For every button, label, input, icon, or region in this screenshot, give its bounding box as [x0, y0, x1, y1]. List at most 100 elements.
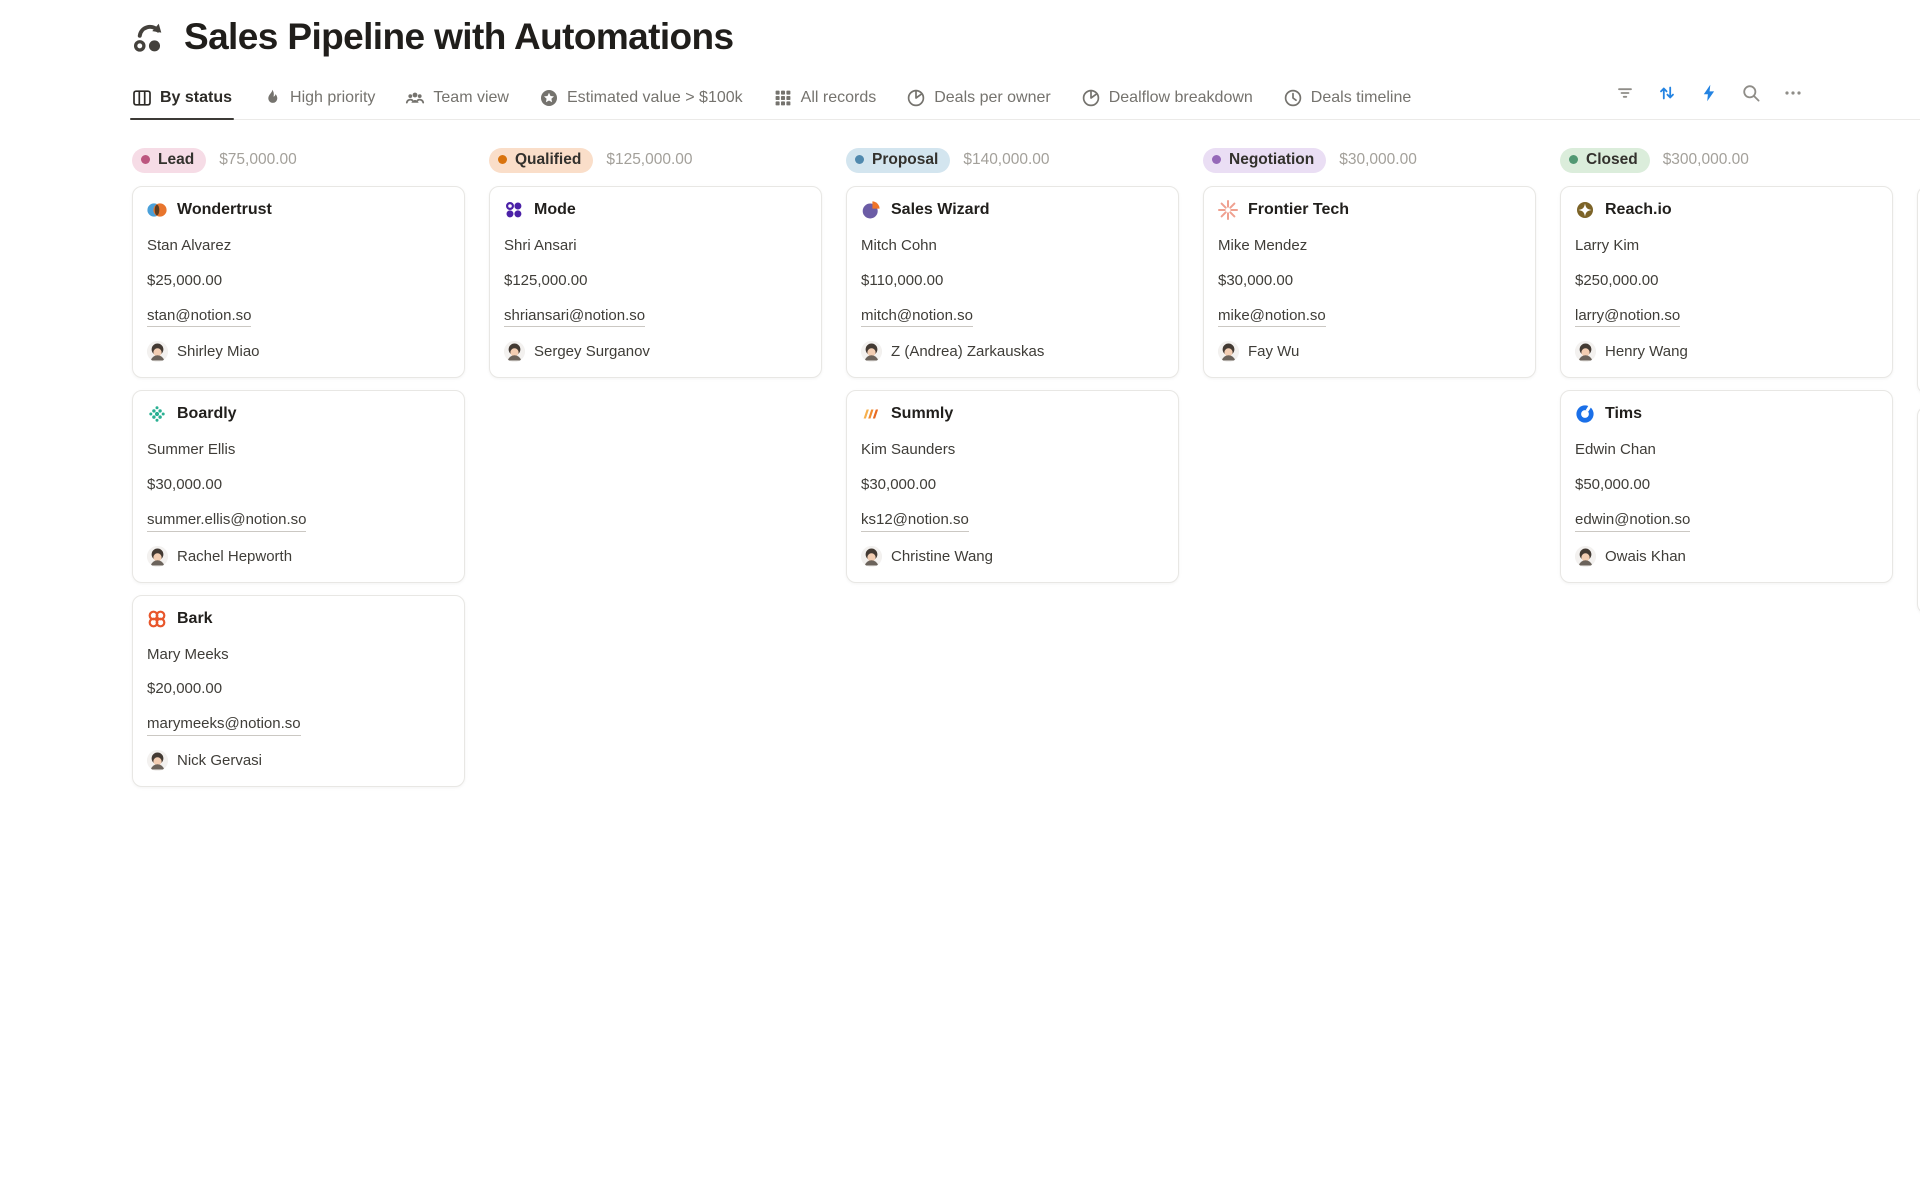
- owner-row: Fay Wu: [1218, 341, 1521, 362]
- owner-avatar: [1218, 341, 1239, 362]
- contact-name: Mike Mendez: [1218, 237, 1521, 256]
- owner-avatar: [147, 341, 168, 362]
- board-view-icon: [132, 88, 152, 108]
- tab-label: Team view: [433, 89, 509, 107]
- status-label: Lead: [158, 151, 194, 169]
- tab-team-view[interactable]: Team view: [405, 78, 509, 120]
- column-negotiation: Negotiation $30,000.00 Frontier Tech Mik…: [1203, 146, 1536, 378]
- owner-avatar: [1575, 546, 1596, 567]
- owner-row: Rachel Hepworth: [147, 546, 450, 567]
- owner-row: Christine Wang: [861, 546, 1164, 567]
- status-pill[interactable]: Proposal: [846, 148, 950, 173]
- column-total: $75,000.00: [219, 151, 297, 169]
- deal-amount: $250,000.00: [1575, 272, 1878, 291]
- owner-name: Christine Wang: [891, 548, 993, 565]
- status-dot-icon: [141, 155, 150, 164]
- tab-by-status[interactable]: By status: [132, 78, 232, 120]
- column-total: $140,000.00: [963, 151, 1049, 169]
- column-closed: Closed $300,000.00 Reach.io Larry Kim $2…: [1560, 146, 1893, 583]
- page-header: Sales Pipeline with Automations: [0, 16, 1920, 58]
- people-icon: [405, 88, 425, 108]
- email-link[interactable]: summer.ellis@notion.so: [147, 511, 306, 532]
- summly-logo: [861, 404, 881, 424]
- tab-high-priority[interactable]: High priority: [262, 78, 375, 120]
- company-name: Reach.io: [1605, 201, 1672, 219]
- column-lead: Lead $75,000.00 Wondertrust Stan Alvarez…: [132, 146, 465, 787]
- owner-avatar: [861, 546, 882, 567]
- tab-dealflow-breakdown[interactable]: Dealflow breakdown: [1081, 78, 1253, 120]
- tab-deals-per-owner[interactable]: Deals per owner: [906, 78, 1051, 120]
- status-dot-icon: [1212, 155, 1221, 164]
- more-icon[interactable]: [1782, 82, 1804, 104]
- owner-name: Sergey Surganov: [534, 343, 650, 360]
- deal-card[interactable]: Summly Kim Saunders $30,000.00 ks12@noti…: [846, 390, 1179, 582]
- deal-amount: $30,000.00: [861, 476, 1164, 495]
- card-title-row: Frontier Tech: [1218, 200, 1521, 220]
- tab-all-records[interactable]: All records: [773, 78, 877, 120]
- filter-icon[interactable]: [1614, 82, 1636, 104]
- company-name: Bark: [177, 610, 213, 628]
- company-name: Wondertrust: [177, 201, 272, 219]
- owner-name: Nick Gervasi: [177, 752, 262, 769]
- email-link[interactable]: mike@notion.so: [1218, 307, 1326, 328]
- status-pill[interactable]: Closed: [1560, 148, 1650, 173]
- deal-amount: $110,000.00: [861, 272, 1164, 291]
- owner-row: Sergey Surganov: [504, 341, 807, 362]
- email-link[interactable]: edwin@notion.so: [1575, 511, 1690, 532]
- card-title-row: Tims: [1575, 404, 1878, 424]
- deal-amount: $25,000.00: [147, 272, 450, 291]
- owner-row: Nick Gervasi: [147, 750, 450, 771]
- deal-card[interactable]: Tims Edwin Chan $50,000.00 edwin@notion.…: [1560, 390, 1893, 582]
- owner-avatar: [504, 341, 525, 362]
- status-pill[interactable]: Qualified: [489, 148, 593, 173]
- tab-label: By status: [160, 89, 232, 107]
- company-name: Frontier Tech: [1248, 201, 1349, 219]
- email-link[interactable]: larry@notion.so: [1575, 307, 1680, 328]
- column-header: Closed $300,000.00: [1560, 146, 1893, 174]
- company-name: Summly: [891, 405, 953, 423]
- boardly-logo: [147, 404, 167, 424]
- contact-name: Larry Kim: [1575, 237, 1878, 256]
- company-name: Mode: [534, 201, 576, 219]
- tab-estimated-value-100k[interactable]: Estimated value > $100k: [539, 78, 743, 120]
- board: Lead $75,000.00 Wondertrust Stan Alvarez…: [0, 146, 1920, 787]
- email-link[interactable]: marymeeks@notion.so: [147, 715, 301, 736]
- contact-name: Summer Ellis: [147, 441, 450, 460]
- owner-avatar: [147, 750, 168, 771]
- mode-logo: [504, 200, 524, 220]
- search-icon[interactable]: [1740, 82, 1762, 104]
- column-header: Proposal $140,000.00: [846, 146, 1179, 174]
- email-link[interactable]: stan@notion.so: [147, 307, 251, 328]
- status-pill[interactable]: Lead: [132, 148, 206, 173]
- deal-card[interactable]: Reach.io Larry Kim $250,000.00 larry@not…: [1560, 186, 1893, 378]
- column-cards: Reach.io Larry Kim $250,000.00 larry@not…: [1560, 186, 1893, 583]
- deal-card[interactable]: Sales Wizard Mitch Cohn $110,000.00 mitc…: [846, 186, 1179, 378]
- card-title-row: Reach.io: [1575, 200, 1878, 220]
- status-label: Closed: [1586, 151, 1638, 169]
- sort-icon[interactable]: [1656, 82, 1678, 104]
- contact-name: Kim Saunders: [861, 441, 1164, 460]
- owner-row: Owais Khan: [1575, 546, 1878, 567]
- deal-card[interactable]: Wondertrust Stan Alvarez $25,000.00 stan…: [132, 186, 465, 378]
- email-link[interactable]: mitch@notion.so: [861, 307, 973, 328]
- tab-deals-timeline[interactable]: Deals timeline: [1283, 78, 1411, 120]
- status-pill[interactable]: Negotiation: [1203, 148, 1326, 173]
- deal-card[interactable]: Boardly Summer Ellis $30,000.00 summer.e…: [132, 390, 465, 582]
- column-cards: Wondertrust Stan Alvarez $25,000.00 stan…: [132, 186, 465, 787]
- column-proposal: Proposal $140,000.00 Sales Wizard Mitch …: [846, 146, 1179, 583]
- bark-logo: [147, 609, 167, 629]
- column-header: Negotiation $30,000.00: [1203, 146, 1536, 174]
- status-label: Negotiation: [1229, 151, 1314, 169]
- deal-card[interactable]: Bark Mary Meeks $20,000.00 marymeeks@not…: [132, 595, 465, 787]
- status-dot-icon: [1569, 155, 1578, 164]
- tab-label: Dealflow breakdown: [1109, 89, 1253, 107]
- owner-row: Z (Andrea) Zarkauskas: [861, 341, 1164, 362]
- column-total: $300,000.00: [1663, 151, 1749, 169]
- email-link[interactable]: ks12@notion.so: [861, 511, 969, 532]
- email-link[interactable]: shriansari@notion.so: [504, 307, 645, 328]
- company-name: Tims: [1605, 405, 1642, 423]
- deal-card[interactable]: Mode Shri Ansari $125,000.00 shriansari@…: [489, 186, 822, 378]
- automations-bolt-icon[interactable]: [1698, 82, 1720, 104]
- owner-name: Henry Wang: [1605, 343, 1688, 360]
- deal-card[interactable]: Frontier Tech Mike Mendez $30,000.00 mik…: [1203, 186, 1536, 378]
